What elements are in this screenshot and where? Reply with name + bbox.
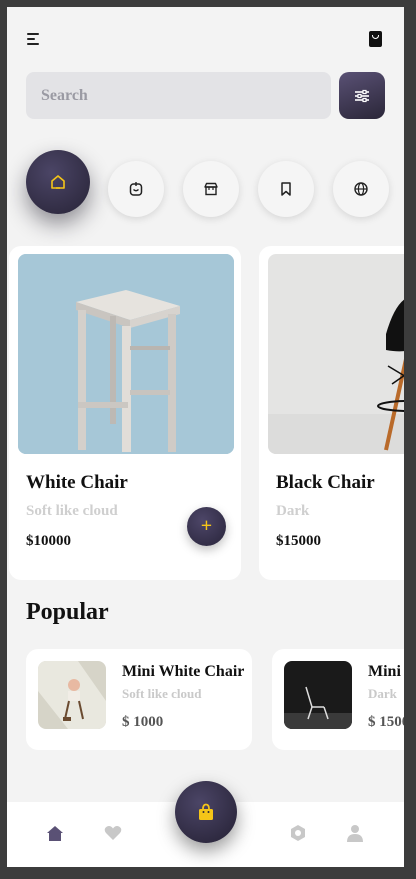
heart-icon bbox=[104, 826, 122, 840]
popular-item-price: $ 1000 bbox=[122, 714, 164, 730]
product-price: $10000 bbox=[26, 533, 71, 549]
shopping-bag-icon[interactable] bbox=[369, 31, 382, 47]
app-screen: White Chair Soft like cloud $10000 + Bla… bbox=[7, 7, 404, 867]
product-image-black-chair bbox=[268, 254, 404, 454]
product-price: $15000 bbox=[276, 533, 321, 549]
home-icon bbox=[51, 175, 65, 189]
popular-item-image bbox=[284, 661, 352, 729]
popular-item-subtitle: Soft like cloud bbox=[122, 686, 202, 701]
popular-item[interactable]: Mini White Chair Soft like cloud $ 1000 bbox=[26, 649, 252, 750]
top-bar bbox=[7, 7, 404, 67]
add-to-cart-button[interactable]: + bbox=[187, 507, 226, 546]
category-bookmark[interactable] bbox=[258, 161, 314, 217]
popular-item-name: Mini Black Chair bbox=[368, 663, 404, 680]
category-cube[interactable] bbox=[108, 161, 164, 217]
popular-item-image bbox=[38, 661, 106, 729]
product-subtitle: Dark bbox=[276, 503, 310, 519]
sliders-icon bbox=[355, 89, 369, 102]
globe-icon bbox=[354, 182, 368, 196]
product-subtitle: Soft like cloud bbox=[26, 503, 118, 519]
cube-icon bbox=[129, 182, 143, 196]
category-store[interactable] bbox=[183, 161, 239, 217]
popular-item-name: Mini White Chair bbox=[122, 663, 245, 680]
popular-item[interactable]: Mini Black Chair Dark $ 1500 bbox=[272, 649, 404, 750]
nav-favorites[interactable] bbox=[103, 823, 123, 843]
popular-section-title: Popular bbox=[26, 599, 109, 625]
popular-item-subtitle: Dark bbox=[368, 686, 397, 701]
user-icon bbox=[347, 825, 363, 842]
product-name: White Chair bbox=[26, 472, 128, 493]
nav-settings[interactable] bbox=[288, 823, 308, 843]
filter-button[interactable] bbox=[339, 72, 385, 119]
search-input[interactable] bbox=[26, 72, 331, 119]
category-row bbox=[7, 147, 404, 227]
nav-home[interactable] bbox=[45, 823, 65, 843]
category-home[interactable] bbox=[26, 150, 90, 214]
home-icon bbox=[47, 825, 63, 841]
store-icon bbox=[204, 182, 218, 196]
cart-fab-button[interactable] bbox=[175, 781, 237, 843]
product-name: Black Chair bbox=[276, 472, 375, 493]
product-image-white-stool bbox=[18, 254, 234, 454]
cart-icon bbox=[199, 803, 213, 820]
product-card[interactable]: White Chair Soft like cloud $10000 + bbox=[9, 246, 241, 580]
bookmark-icon bbox=[281, 182, 291, 196]
nav-profile[interactable] bbox=[345, 823, 365, 843]
popular-item-price: $ 1500 bbox=[368, 714, 404, 730]
menu-icon[interactable] bbox=[27, 31, 43, 47]
category-globe[interactable] bbox=[333, 161, 389, 217]
product-card[interactable]: Black Chair Dark $15000 bbox=[259, 246, 404, 580]
settings-icon bbox=[291, 825, 305, 841]
